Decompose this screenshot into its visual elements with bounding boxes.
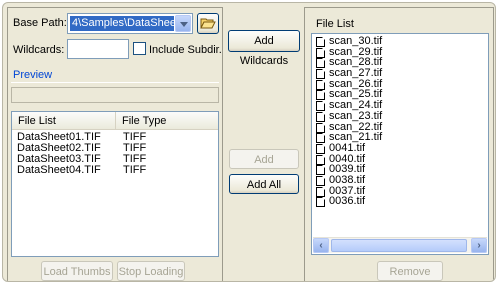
browse-folder-button[interactable] (197, 13, 219, 34)
list-item-label: 0036.tif (329, 195, 366, 208)
preview-area (11, 87, 219, 103)
add-button[interactable]: Add (229, 149, 299, 169)
document-icon (316, 143, 325, 154)
include-subdirs-label[interactable]: Include Subdir. (149, 44, 222, 56)
column-header-file-list[interactable]: File List (12, 112, 116, 130)
chevron-right-icon[interactable]: › (471, 238, 487, 253)
wildcards-input[interactable] (67, 39, 129, 59)
preview-name-column: DataSheet01.TIF DataSheet02.TIF DataShee… (17, 132, 101, 176)
document-icon (316, 79, 325, 90)
document-icon (316, 122, 325, 133)
document-icon (316, 111, 325, 122)
chevron-down-icon[interactable] (175, 15, 191, 32)
add-all-button[interactable]: Add All (229, 174, 299, 194)
base-path-label: Base Path: (13, 17, 67, 29)
base-path-value: 4\Samples\DataSheets (70, 16, 174, 31)
document-icon (316, 90, 325, 101)
file-list-box[interactable]: scan_30.tif scan_29.tif scan_28.tif scan… (311, 33, 489, 255)
preview-divider (11, 82, 219, 83)
preview-file-table[interactable]: File List File Type DataSheet01.TIF Data… (11, 111, 219, 257)
load-thumbs-button[interactable]: Load Thumbs (41, 261, 113, 281)
document-icon (316, 197, 325, 208)
file-list-header: File List (316, 18, 354, 30)
document-icon (316, 101, 325, 112)
folder-open-icon (200, 18, 216, 29)
list-item[interactable]: 0036.tif (312, 195, 488, 208)
document-icon (316, 175, 325, 186)
chevron-left-icon[interactable]: ‹ (313, 238, 329, 253)
add-files-dialog: Base Path: 4\Samples\DataSheets Wildcard… (2, 2, 496, 282)
document-icon (316, 133, 325, 144)
document-icon (316, 165, 325, 176)
base-path-combo[interactable]: 4\Samples\DataSheets (67, 13, 193, 34)
preview-label: Preview (13, 69, 53, 81)
document-icon (316, 47, 325, 58)
stop-loading-button[interactable]: Stop Loading (117, 261, 185, 281)
horizontal-scrollbar[interactable]: ‹ › (313, 237, 487, 253)
wildcards-label: Wildcards: (13, 44, 65, 56)
scrollbar-thumb[interactable] (331, 239, 467, 252)
document-icon (316, 186, 325, 197)
include-subdirs-checkbox[interactable] (133, 42, 146, 55)
remove-button[interactable]: Remove (377, 261, 443, 281)
document-icon (316, 154, 325, 165)
file-list-items: scan_30.tif scan_29.tif scan_28.tif scan… (312, 36, 488, 236)
document-icon (316, 69, 325, 80)
table-row-name[interactable]: DataSheet04.TIF (17, 165, 101, 176)
table-row-type[interactable]: TIFF (123, 165, 146, 176)
add-wildcards-button[interactable]: Add Wildcards (228, 30, 300, 67)
document-icon (316, 58, 325, 69)
document-icon (316, 37, 325, 47)
column-header-file-type[interactable]: File Type (116, 112, 218, 130)
preview-type-column: TIFF TIFF TIFF TIFF (123, 132, 146, 176)
